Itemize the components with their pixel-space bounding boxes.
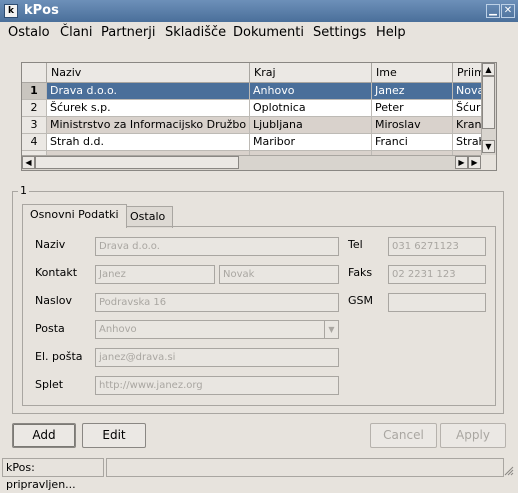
menu-clani[interactable]: Člani [60,25,93,40]
status-empty-segment [106,458,504,477]
table-row[interactable]: 1 Drava d.o.o. Anhovo Janez Nova [22,83,493,100]
website-field[interactable]: http://www.janez.org [95,376,339,395]
tab-ostalo[interactable]: Ostalo [122,206,174,228]
row-number[interactable]: 3 [22,117,47,134]
cell-kraj[interactable]: Maribor [250,134,372,151]
vertical-scroll-thumb[interactable] [482,76,495,129]
table-corner-header [22,63,47,83]
column-header-naziv[interactable]: Naziv [47,63,250,83]
label-splet: Splet [35,378,64,391]
cell-kraj[interactable]: Anhovo [250,83,372,100]
groupbox-title: 1 [18,184,29,197]
label-naslov: Naslov [35,294,72,307]
naslov-field[interactable]: Podravska 16 [95,293,339,312]
kontakt-last-name-field[interactable]: Novak [219,265,339,284]
naziv-field[interactable]: Drava d.o.o. [95,237,339,256]
fax-field[interactable]: 02 2231 123 [388,265,486,284]
row-number[interactable]: 4 [22,134,47,151]
horizontal-scroll-thumb[interactable] [35,156,239,169]
cell-ime[interactable]: Peter [372,100,453,117]
table-row[interactable]: 4 Strah d.d. Maribor Franci Strah [22,134,493,151]
status-bar: kPos: pripravljen... [2,458,516,491]
table-row[interactable]: 2 Šćurek s.p. Oplotnica Peter Šćure [22,100,493,117]
label-posta: Posta [35,322,65,335]
posta-selected-value: Anhovo [99,324,137,335]
posta-combobox[interactable]: Anhovo ▼ [95,320,339,339]
label-tel: Tel [348,238,363,251]
window-titlebar[interactable]: k kPos ▁ ✕ [0,0,518,22]
add-button[interactable]: Add [12,423,76,448]
chevron-down-icon[interactable]: ▼ [324,321,338,338]
email-field[interactable]: janez@drava.si [95,348,339,367]
menu-bar: Ostalo Člani Partnerji Skladišče Dokumen… [0,22,518,44]
row-number[interactable]: 2 [22,100,47,117]
scroll-right-end-icon[interactable]: ▶ [468,156,481,169]
close-icon[interactable]: ✕ [501,4,515,18]
label-gsm: GSM [348,294,373,307]
cell-naziv[interactable]: Šćurek s.p. [47,100,250,117]
minimize-icon[interactable]: ▁ [486,4,500,18]
cell-naziv[interactable]: Ministrstvo za Informacijsko Družbo [47,117,250,134]
edit-button[interactable]: Edit [82,423,146,448]
scroll-right-icon[interactable]: ▶ [455,156,468,169]
label-email: El. pošta [35,350,83,363]
scroll-up-icon[interactable]: ▲ [482,63,495,76]
tel-field[interactable]: 031 6271123 [388,237,486,256]
tab-osnovni-podatki[interactable]: Osnovni Podatki [22,204,127,228]
table-row[interactable]: 3 Ministrstvo za Informacijsko Družbo Lj… [22,117,493,134]
cell-kraj[interactable]: Oplotnica [250,100,372,117]
table-horizontal-scrollbar[interactable]: ◀ ▶ ▶ [22,155,482,170]
label-kontakt: Kontakt [35,266,78,279]
menu-dokumenti[interactable]: Dokumenti [233,25,304,40]
label-faks: Faks [348,266,373,279]
cell-ime[interactable]: Janez [372,83,453,100]
cell-kraj[interactable]: Ljubljana [250,117,372,134]
window-title: kPos [24,3,59,18]
apply-button[interactable]: Apply [440,423,506,448]
label-naziv: Naziv [35,238,66,251]
gsm-field[interactable] [388,293,486,312]
scroll-down-icon[interactable]: ▼ [482,140,495,153]
kontakt-first-name-field[interactable]: Janez [95,265,215,284]
menu-ostalo[interactable]: Ostalo [8,25,50,40]
row-number[interactable]: 1 [22,83,47,100]
menu-help[interactable]: Help [376,25,406,40]
scrollbar-corner [481,155,496,170]
status-text: kPos: pripravljen... [2,458,104,491]
menu-partnerji[interactable]: Partnerji [101,25,155,40]
cell-ime[interactable]: Miroslav [372,117,453,134]
kpos-app-icon[interactable]: k [4,4,18,18]
cell-naziv[interactable]: Strah d.d. [47,134,250,151]
resize-grip-icon[interactable] [504,466,514,476]
cell-ime[interactable]: Franci [372,134,453,151]
scroll-left-icon[interactable]: ◀ [22,156,35,169]
table-vertical-scrollbar[interactable]: ▲ ▼ [481,63,496,155]
table-header: Naziv Kraj Ime Priim [22,63,493,83]
column-header-kraj[interactable]: Kraj [250,63,372,83]
partners-table[interactable]: Naziv Kraj Ime Priim 1 Drava d.o.o. Anho… [21,62,497,171]
cell-naziv[interactable]: Drava d.o.o. [47,83,250,100]
column-header-ime[interactable]: Ime [372,63,453,83]
menu-settings[interactable]: Settings [313,25,366,40]
menu-skladisce[interactable]: Skladišče [165,25,226,40]
cancel-button[interactable]: Cancel [370,423,437,448]
